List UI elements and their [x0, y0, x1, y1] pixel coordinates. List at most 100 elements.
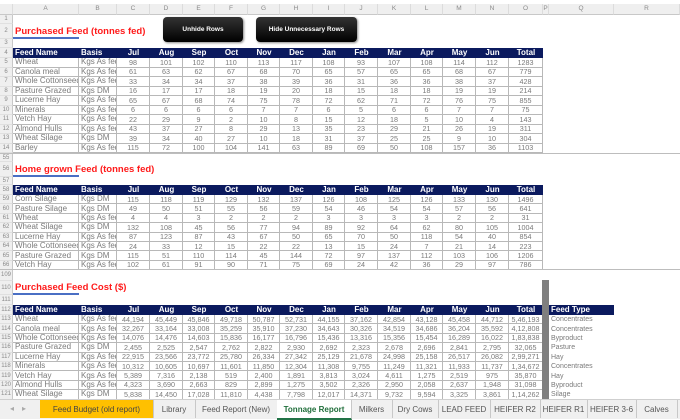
- value-cell[interactable]: 76: [443, 96, 476, 106]
- value-cell[interactable]: 51: [183, 204, 215, 214]
- value-cell[interactable]: 18: [280, 134, 313, 144]
- row-header[interactable]: 112: [0, 305, 13, 315]
- column-header-F[interactable]: F: [215, 4, 248, 15]
- tab-scroll-left-icon[interactable]: ◂: [10, 404, 14, 413]
- value-cell[interactable]: 22: [248, 242, 280, 252]
- value-cell[interactable]: 43: [215, 232, 248, 242]
- column-header-R[interactable]: R: [614, 4, 680, 15]
- value-cell[interactable]: 2,822: [248, 343, 280, 353]
- feed-name-cell[interactable]: Corn Silage: [13, 195, 79, 205]
- feed-name-cell[interactable]: Wheat: [13, 315, 79, 325]
- basis-cell[interactable]: Kgs DM: [79, 134, 117, 144]
- value-cell[interactable]: 49: [117, 204, 150, 214]
- total-cell[interactable]: 1103: [509, 143, 543, 153]
- value-cell[interactable]: 10: [248, 134, 280, 144]
- sheet-tab[interactable]: LEAD FEED: [438, 400, 491, 418]
- value-cell[interactable]: 9: [443, 134, 476, 144]
- value-cell[interactable]: 2,930: [280, 343, 313, 353]
- value-cell[interactable]: 2,663: [183, 380, 215, 391]
- value-cell[interactable]: 71: [378, 96, 411, 106]
- value-cell[interactable]: 2,841: [443, 343, 476, 353]
- feed-name-cell[interactable]: Pasture Grazed: [13, 86, 79, 96]
- value-cell[interactable]: 6: [150, 105, 183, 115]
- value-cell[interactable]: 70: [280, 67, 313, 77]
- value-cell[interactable]: 68: [248, 67, 280, 77]
- feed-name-cell[interactable]: Almond Hulls: [13, 124, 79, 134]
- row-header[interactable]: 62: [0, 223, 13, 233]
- value-cell[interactable]: 37: [476, 77, 509, 87]
- value-cell[interactable]: 37,162: [345, 315, 378, 325]
- basis-cell[interactable]: Kgs As fed: [79, 232, 117, 242]
- row-header[interactable]: 63: [0, 232, 13, 242]
- feed-name-cell[interactable]: Whole Cottonseed: [13, 333, 79, 344]
- total-cell[interactable]: 1,34,672: [509, 362, 543, 372]
- value-cell[interactable]: 59: [280, 204, 313, 214]
- value-cell[interactable]: 11,321: [411, 362, 443, 372]
- value-cell[interactable]: 36: [476, 143, 509, 153]
- value-cell[interactable]: 129: [215, 195, 248, 205]
- value-cell[interactable]: 45,449: [150, 315, 183, 325]
- value-cell[interactable]: 2,547: [183, 343, 215, 353]
- value-cell[interactable]: 25: [411, 134, 443, 144]
- value-cell[interactable]: 102: [183, 58, 215, 68]
- sheet-tab[interactable]: Library: [153, 400, 196, 418]
- value-cell[interactable]: 62: [345, 96, 378, 106]
- value-cell[interactable]: 11,850: [248, 362, 280, 372]
- value-cell[interactable]: 4,611: [378, 371, 411, 381]
- value-cell[interactable]: 68: [443, 67, 476, 77]
- value-cell[interactable]: 18: [378, 115, 411, 125]
- value-cell[interactable]: 144: [280, 251, 313, 261]
- value-cell[interactable]: 110: [183, 251, 215, 261]
- total-cell[interactable]: 428: [509, 77, 543, 87]
- value-cell[interactable]: 7,798: [280, 390, 313, 399]
- value-cell[interactable]: 15,454: [411, 333, 443, 344]
- basis-cell[interactable]: Kgs As fed: [79, 315, 117, 325]
- value-cell[interactable]: 829: [215, 380, 248, 391]
- basis-cell[interactable]: Kgs As fed: [79, 105, 117, 115]
- value-cell[interactable]: 29: [150, 115, 183, 125]
- feed-name-cell[interactable]: Wheat Silage: [13, 223, 79, 233]
- value-cell[interactable]: 15: [345, 86, 378, 96]
- column-header-I[interactable]: I: [313, 4, 345, 15]
- value-cell[interactable]: 6: [313, 105, 345, 115]
- value-cell[interactable]: 104: [215, 143, 248, 153]
- value-cell[interactable]: 6: [183, 105, 215, 115]
- value-cell[interactable]: 31: [345, 77, 378, 87]
- sheet-tab[interactable]: Feed Report (New): [195, 400, 278, 418]
- value-cell[interactable]: 110: [215, 58, 248, 68]
- value-cell[interactable]: 2: [215, 115, 248, 125]
- value-cell[interactable]: 27,342: [280, 352, 313, 362]
- value-cell[interactable]: 69: [345, 143, 378, 153]
- feed-name-cell[interactable]: Whole Cottonseed: [13, 242, 79, 252]
- value-cell[interactable]: 4,323: [117, 380, 150, 391]
- value-cell[interactable]: 38: [443, 77, 476, 87]
- value-cell[interactable]: 67: [248, 232, 280, 242]
- value-cell[interactable]: 70: [345, 232, 378, 242]
- basis-cell[interactable]: Kgs As fed: [79, 362, 117, 372]
- value-cell[interactable]: 38: [248, 77, 280, 87]
- value-cell[interactable]: 27: [215, 134, 248, 144]
- value-cell[interactable]: 26,517: [443, 352, 476, 362]
- value-cell[interactable]: 65: [313, 67, 345, 77]
- value-cell[interactable]: 87: [183, 232, 215, 242]
- value-cell[interactable]: 2,323: [345, 343, 378, 353]
- row-header[interactable]: 9: [0, 96, 13, 106]
- value-cell[interactable]: 16,796: [280, 333, 313, 344]
- value-cell[interactable]: 519: [215, 371, 248, 381]
- value-cell[interactable]: 45: [183, 223, 215, 233]
- row-header[interactable]: 12: [0, 124, 13, 134]
- value-cell[interactable]: 9,732: [378, 390, 411, 399]
- feed-type-cell[interactable]: Pasture: [549, 343, 614, 352]
- value-cell[interactable]: 126: [411, 195, 443, 205]
- value-cell[interactable]: 2,637: [443, 380, 476, 391]
- value-cell[interactable]: 37,230: [280, 324, 313, 334]
- feed-type-cell[interactable]: Silage: [549, 390, 614, 399]
- value-cell[interactable]: 14,603: [183, 333, 215, 344]
- value-cell[interactable]: 45,458: [443, 315, 476, 325]
- sheet-tab[interactable]: Feed Budget (old report): [40, 400, 154, 418]
- value-cell[interactable]: 975: [476, 371, 509, 381]
- row-header[interactable]: 114: [0, 324, 13, 334]
- value-cell[interactable]: 23,772: [183, 352, 215, 362]
- sheet-tab[interactable]: HEIFER R2: [490, 400, 541, 418]
- row-header[interactable]: 10: [0, 105, 13, 115]
